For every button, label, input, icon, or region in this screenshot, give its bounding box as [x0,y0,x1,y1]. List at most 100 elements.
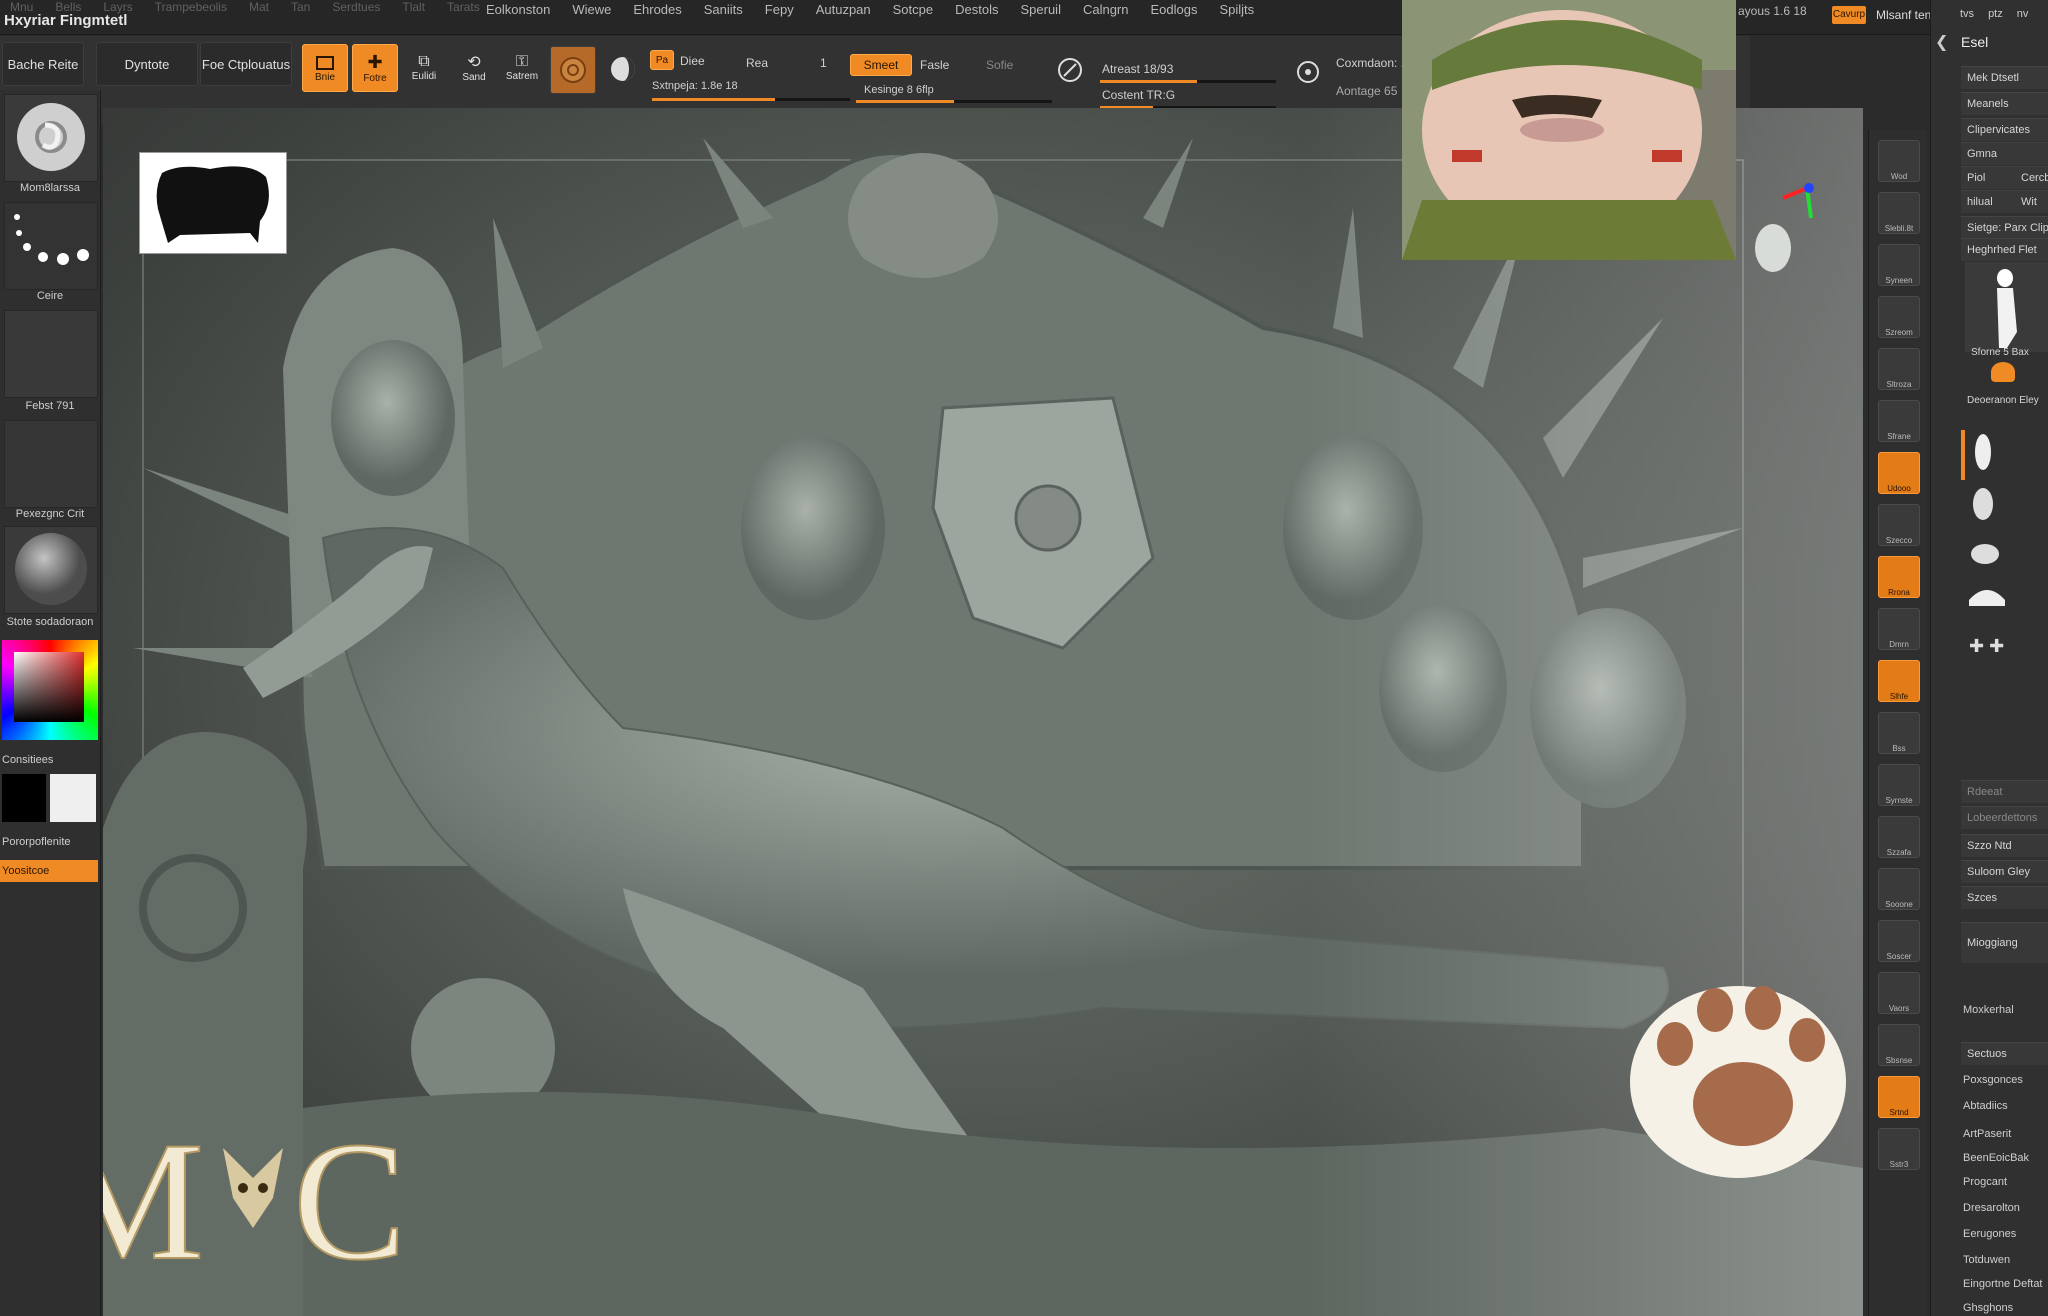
menu-item[interactable]: Wiewe [572,2,611,17]
reference-thumbnail[interactable] [139,152,287,254]
tab-dyntote[interactable]: Dyntote [96,42,198,86]
color-square[interactable] [14,652,84,722]
ptz-icon[interactable]: ptz [1988,8,2003,20]
material-tile[interactable] [4,526,98,614]
menu-item[interactable]: Destols [955,2,998,17]
texture-tile[interactable] [4,420,98,508]
shelf-button[interactable]: Rrona [1878,556,1920,598]
menu-item[interactable]: Ehrodes [633,2,681,17]
tab-foe-ctplouatus[interactable]: Foe Ctplouatus [200,42,292,86]
menu-item[interactable]: Fepy [765,2,794,17]
tray-back-icon[interactable]: ❮ [1935,32,1948,52]
tray-item[interactable]: Wit [2015,190,2048,213]
pa-pill[interactable]: Pa [650,50,674,70]
tray-item[interactable]: Heghrhed Flet [1961,238,2048,261]
rotate-button[interactable]: ⟲ Sand [454,44,494,90]
size-slider[interactable] [652,98,850,101]
shelf-button[interactable]: Szzafa [1878,816,1920,858]
material-sphere-button[interactable] [550,46,596,94]
tray-item[interactable]: Deoeranon Eley [1961,390,2048,412]
switch-color-button[interactable]: Yoositcoe [0,860,98,882]
shelf-button[interactable]: Sfrane [1878,400,1920,442]
shelf-button[interactable]: Sltroza [1878,348,1920,390]
stroke-tile[interactable] [4,202,98,290]
x-axis-button[interactable]: ⚿ Satrem [502,44,542,90]
menu-item[interactable]: Mat [249,0,269,14]
shelf-button[interactable]: Sbsnse [1878,1024,1920,1066]
tab-bache-reite[interactable]: Bache Reite [2,42,84,86]
color-picker[interactable] [2,640,98,740]
tray-menu-item[interactable]: ArtPaserit [1963,1128,2011,1140]
tray-item[interactable]: Gmna [1961,142,2048,165]
shelf-button[interactable]: Slhfe [1878,660,1920,702]
capture-button[interactable]: Cavurp [1832,6,1866,24]
shelf-button[interactable]: Sstr3 [1878,1128,1920,1170]
tray-item[interactable]: Sforne 5 Bax [1965,342,2048,364]
tray-item[interactable]: Sietge: Parx Cliper [1961,216,2048,239]
move-button[interactable]: ✚ Fotre [352,44,398,92]
alpha-tile[interactable] [4,310,98,398]
shelf-button[interactable]: Syrnste [1878,764,1920,806]
menu-item[interactable]: Autuzpan [816,2,871,17]
shelf-button[interactable]: Slebli.8t [1878,192,1920,234]
tray-menu-item[interactable]: Eingortne Deftat [1963,1278,2043,1290]
menu-item[interactable]: Serdtues [332,0,380,14]
shelf-button[interactable]: Bss [1878,712,1920,754]
tray-menu-item[interactable]: Abtadiics [1963,1100,2008,1112]
tvs-icon[interactable]: tvs [1960,8,1974,20]
secondary-color-swatch[interactable] [50,774,96,822]
tray-menu-item[interactable]: Moxkerhal [1963,990,2014,1030]
shelf-button[interactable]: Syneen [1878,244,1920,286]
shelf-button[interactable]: Udooo [1878,452,1920,494]
main-color-swatch[interactable] [2,774,46,822]
shelf-button[interactable]: Szecco [1878,504,1920,546]
tray-item[interactable]: Clipervicates [1961,118,2048,141]
tray-menu-item[interactable]: Progcant [1963,1176,2007,1188]
tray-menu-item[interactable]: Ghsghons [1963,1302,2013,1314]
menu-item[interactable]: Spiljts [1219,2,1254,17]
fasle-label[interactable]: Fasle [920,58,949,72]
menu-item[interactable]: Sotcpe [893,2,933,17]
tray-item[interactable]: Cercbon [2015,166,2048,189]
rea-value[interactable]: 1 [820,56,827,70]
menu-item[interactable]: Eodlogs [1150,2,1197,17]
orange-subtool-icon[interactable] [1991,362,2015,382]
atreast-slider[interactable] [1100,80,1276,83]
tray-menu-item[interactable]: Sectuos [1961,1042,2048,1065]
rea-label[interactable]: Rea [746,56,768,70]
tray-menu-item[interactable]: BeenEoicBak [1963,1152,2029,1164]
tray-menu-item[interactable]: Szzo Ntd [1961,834,2048,857]
menu-item[interactable]: Trampebeolis [155,0,227,14]
draw-button[interactable]: Bnie [302,44,348,92]
menu-item[interactable]: Tarats [447,0,480,14]
menu-item[interactable]: Saniits [704,2,743,17]
sofie-label[interactable]: Sofie [986,58,1013,72]
tray-menu-item[interactable]: Dresarolton [1963,1202,2020,1214]
shelf-button[interactable]: Sooone [1878,868,1920,910]
menu-item[interactable]: Speruil [1020,2,1060,17]
tray-item[interactable]: Mek Dtsetl [1961,66,2048,89]
draw-mode-label[interactable]: Diee [680,54,705,68]
scale-button[interactable]: ⧉ Eulidi [404,44,444,90]
lazy-icon-button[interactable] [1290,54,1326,90]
menu-item[interactable]: Calngrn [1083,2,1129,17]
shelf-button[interactable]: Szreom [1878,296,1920,338]
tray-menu-item[interactable]: Rdeeat [1961,780,2048,803]
tray-menu-item[interactable]: Eerugones [1963,1228,2016,1240]
tray-menu-item[interactable]: Poxsgonces [1963,1074,2023,1086]
shelf-button[interactable]: Dmrn [1878,608,1920,650]
tray-menu-item[interactable]: Suloom Gley [1961,860,2048,883]
nv-icon[interactable]: nv [2017,8,2029,20]
menu-item[interactable]: Eolkonston [486,2,550,17]
intensity-slider[interactable] [856,100,1052,103]
tray-menu-item[interactable]: Lobeerdettons [1961,806,2048,829]
stroke-icon-button[interactable] [1050,50,1090,90]
smeet-toggle[interactable]: Smeet [850,54,912,76]
gradient-sphere-button[interactable] [602,46,644,92]
viewport-canvas[interactable]: M C [103,108,1863,1316]
orientation-gizmo[interactable] [1743,178,1823,298]
brush-tile[interactable] [4,94,98,182]
tray-menu-item[interactable]: Mioggiang [1961,922,2048,963]
tray-menu-item[interactable]: Szces [1961,886,2048,909]
shelf-button[interactable]: Wod [1878,140,1920,182]
